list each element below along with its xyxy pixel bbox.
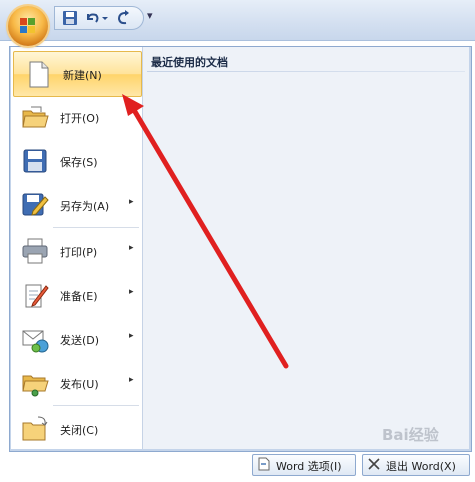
- office-logo-icon: [20, 18, 35, 33]
- annotation-arrow: [122, 94, 289, 369]
- word-office-menu-screen: ▾ 新建(N) 打开(O) 保存(S) 另存为(A) ▸ 打印(P) ▸ 准备(…: [0, 0, 475, 482]
- office-button[interactable]: [8, 6, 48, 46]
